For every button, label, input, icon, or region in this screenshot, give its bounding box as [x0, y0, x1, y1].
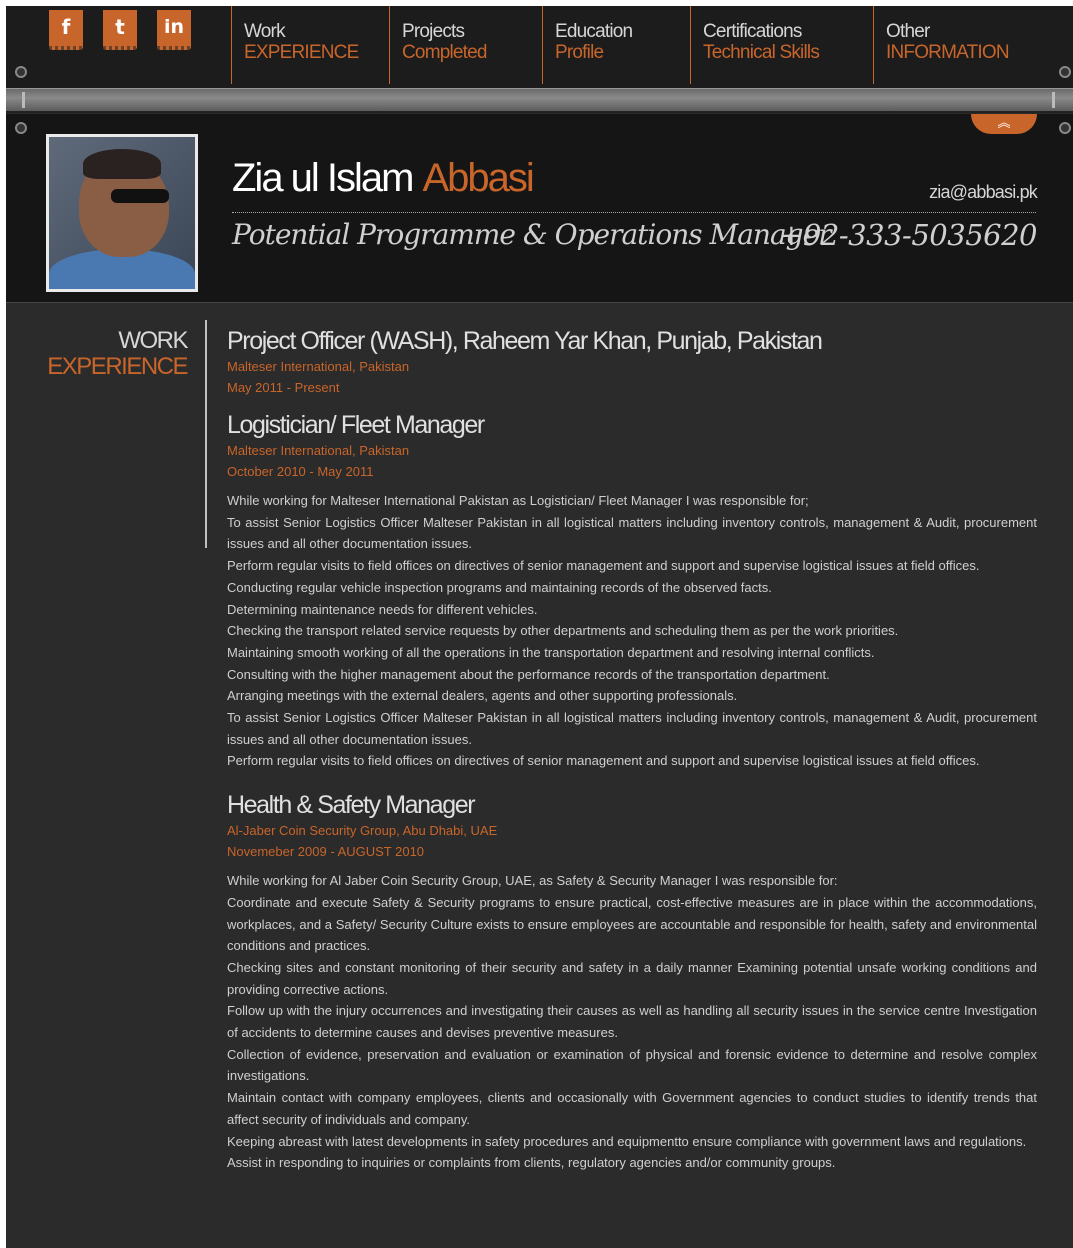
nav-item-certifications[interactable]: Certifications Technical Skills [690, 6, 820, 84]
profile-tagline: Potential Programme & Operations Manager [232, 218, 832, 251]
job-organization: Malteser International, Pakistan [227, 359, 410, 374]
section-label-top: WORK [118, 327, 188, 354]
strip-tick [22, 92, 25, 108]
job-description-line: Perform regular visits to field offices … [227, 558, 980, 574]
nav-item-label: Projects [402, 21, 465, 42]
job-organization: Al-Jaber Coin Security Group, Abu Dhabi,… [227, 823, 498, 839]
job-description-line: While working for Malteser International… [227, 493, 809, 508]
nav-item-label: Education [555, 21, 633, 42]
email-link[interactable]: zia@abbasi.pk [929, 182, 1038, 203]
nav-item-work[interactable]: Work EXPERIENCE [231, 6, 359, 84]
job-organization: Malteser International, Pakistan [227, 443, 410, 458]
profile-photo [46, 134, 198, 292]
job-description: While working for Malteser International… [227, 490, 1037, 772]
nav-item-sublabel: Technical Skills [703, 42, 820, 63]
nav-item-sublabel: Profile [555, 42, 604, 63]
section-label-bottom: EXPERIENCE [47, 353, 188, 380]
job-entry: Health & Safety Manager Al-Jaber Coin Se… [227, 790, 1037, 1174]
nav-item-label: Work [244, 21, 286, 42]
strip-tick [1052, 92, 1055, 108]
work-experience-list: Project Officer (WASH), Raheem Yar Khan,… [227, 326, 1037, 1186]
nav-item-label: Other [886, 21, 930, 42]
job-description-line: Maintaining smooth working of all the op… [227, 644, 875, 660]
rivet-decoration [15, 122, 27, 134]
linkedin-icon[interactable]: in [157, 10, 191, 50]
job-description: While working for Al Jaber Coin Security… [227, 870, 1037, 1174]
section-divider-line [205, 320, 207, 548]
job-dates: May 2011 - Present [227, 380, 340, 395]
job-description-line: Assist in responding to inquiries or com… [227, 1155, 836, 1171]
twitter-icon[interactable]: t [103, 10, 137, 50]
job-description-line: Collection of evidence, preservation and… [227, 1046, 1037, 1084]
nav-item-label: Certifications [703, 21, 802, 42]
top-nav-bar: f t in Work EXPERIENCE Projects Complete… [6, 6, 1073, 90]
job-description-line: Follow up with the injury occurrences an… [227, 1003, 1037, 1041]
first-name: Zia ul Islam [232, 156, 414, 200]
facebook-icon[interactable]: f [49, 10, 83, 50]
collapse-header-button[interactable]: ︽ [971, 114, 1037, 134]
section-label: WORK EXPERIENCE [47, 327, 188, 380]
job-description-line: Checking the transport related service r… [227, 623, 899, 639]
job-description-line: Arranging meetings with the external dea… [227, 688, 738, 704]
rivet-decoration [15, 66, 27, 78]
nav-item-sublabel: EXPERIENCE [244, 42, 359, 63]
job-description-line: Maintain contact with company employees,… [227, 1090, 1037, 1127]
rivet-decoration [1059, 66, 1071, 78]
job-description-line: Consulting with the higher management ab… [227, 666, 830, 682]
job-dates: Novemeber 2009 - AUGUST 2010 [227, 844, 425, 860]
nav-item-other[interactable]: Other INFORMATION [873, 6, 1010, 84]
job-description-line: Checking sites and constant monitoring o… [227, 959, 1037, 997]
page-frame: f t in Work EXPERIENCE Projects Complete… [6, 6, 1073, 1248]
job-title: Health & Safety Manager [227, 791, 476, 820]
job-description-line: While working for Al Jaber Coin Security… [227, 873, 838, 889]
rivet-decoration [1059, 122, 1071, 134]
divider-strip [6, 88, 1073, 113]
job-description-line: To assist Senior Logistics Officer Malte… [227, 514, 1037, 552]
job-title: Logistician/ Fleet Manager [227, 411, 485, 439]
job-description-line: Conducting regular vehicle inspection pr… [227, 579, 772, 595]
phone-number: +92-333-5035620 [779, 218, 1037, 252]
job-entry: Logistician/ Fleet Manager Malteser Inte… [227, 410, 1037, 772]
job-description-line: Perform regular visits to field offices … [227, 753, 980, 769]
last-name: Abbasi [422, 156, 535, 200]
job-description-line: To assist Senior Logistics Officer Malte… [227, 710, 1037, 747]
nav-item-education[interactable]: Education Profile [542, 6, 633, 84]
job-dates: October 2010 - May 2011 [227, 464, 374, 479]
profile-name: Zia ul Islam Abbasi [232, 156, 535, 201]
nav-item-projects[interactable]: Projects Completed [389, 6, 487, 84]
header-divider [232, 212, 1036, 213]
job-title: Project Officer (WASH), Raheem Yar Khan,… [227, 327, 823, 355]
nav-item-sublabel: Completed [402, 42, 487, 63]
chevron-up-icon: ︽ [997, 115, 1011, 130]
job-description-line: Keeping abreast with latest developments… [227, 1133, 1027, 1149]
job-description-line: Determining maintenance needs for differ… [227, 601, 538, 617]
nav-item-sublabel: INFORMATION [886, 42, 1010, 63]
job-entry: Project Officer (WASH), Raheem Yar Khan,… [227, 326, 1037, 398]
job-description-line: Coordinate and execute Safety & Security… [227, 894, 1037, 954]
